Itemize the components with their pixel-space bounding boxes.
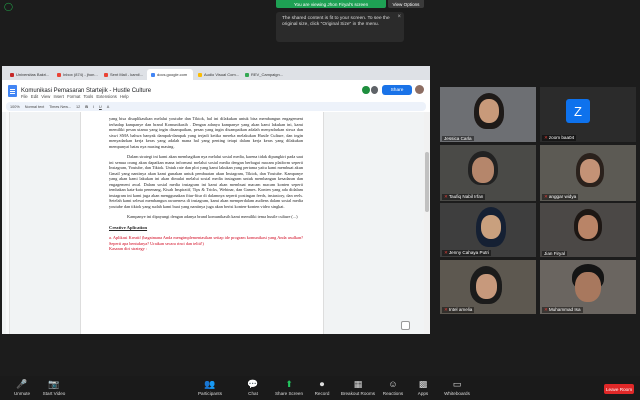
participant-name: Jessica Carla [442, 136, 474, 141]
participant-tile[interactable]: ✕Jenny Cahaya Putri [440, 203, 536, 257]
document-canvas[interactable]: yang bisa disaplikasikan melalui youtube… [2, 112, 430, 334]
whiteboards-button[interactable]: ▭ Whiteboards [435, 379, 479, 396]
close-icon[interactable]: × [397, 14, 401, 20]
view-options-button[interactable]: View Options [388, 0, 424, 8]
participants-icon: 👥 [204, 379, 216, 389]
participants-button[interactable]: 👥 Participants [188, 379, 232, 396]
browser-tab[interactable]: Universitas Bakri... [6, 69, 52, 80]
docs-favicon-icon [151, 72, 155, 77]
docs-header: Komunikasi Pemasaran Startejik - Hustle … [2, 80, 430, 102]
zoom-select[interactable]: 100% [10, 105, 20, 109]
share-banner: You are viewing Jhon Firyal's screen [276, 0, 386, 8]
share-button[interactable]: Share [382, 85, 412, 95]
participant-name: ✕Jenny Cahaya Putri [442, 250, 491, 256]
shared-screen: Universitas Bakri... Inbox (874) - jhon.… [2, 66, 430, 334]
meet-icon[interactable] [362, 86, 370, 94]
browser-tab-active[interactable]: docs.google.com [147, 69, 193, 80]
mic-muted-icon: ✕ [544, 194, 548, 199]
explore-icon[interactable] [401, 321, 410, 330]
mic-muted-icon: ✕ [444, 194, 448, 199]
participant-name: ✕Taufiq Nabil Irfan [442, 194, 486, 200]
text-color-button[interactable]: A [107, 105, 110, 109]
mic-muted-icon: ✕ [544, 135, 548, 140]
scrollbar[interactable] [424, 112, 430, 334]
participant-name: ✕zoom baa04 [542, 135, 577, 141]
section-heading: Creative Aplication [109, 224, 148, 230]
video-off-icon: 📷 [48, 379, 60, 389]
doc-menu-bar[interactable]: File Edit View Insert Format Tools Exten… [21, 94, 129, 99]
question-text: a. Aplikasi Kreatif (bagaimana Anda meng… [109, 235, 303, 246]
mic-muted-icon: ✕ [444, 250, 448, 255]
start-video-button[interactable]: 📷 Start Video [32, 379, 76, 396]
participant-name: ✕Muhammad Isa [542, 307, 583, 313]
participant-name: ✕anggar widya [542, 194, 579, 200]
meet-icons[interactable] [362, 86, 378, 94]
leave-room-button[interactable]: Leave Room [604, 384, 634, 394]
participant-tile[interactable]: Jessica Carla [440, 87, 536, 142]
paragraph: Kampanye ini dipayungi dengan adanya bra… [127, 214, 298, 219]
shield-icon[interactable]: ◯ [4, 3, 13, 11]
browser-tab-bar: Universitas Bakri... Inbox (874) - jhon.… [2, 66, 430, 80]
underline-button[interactable]: U [99, 105, 102, 109]
docs-logo-icon[interactable] [8, 85, 17, 97]
paragraph: yang bisa disaplikasikan melalui youtube… [109, 116, 303, 149]
whiteboard-icon: ▭ [452, 379, 462, 389]
question-text: Kasaran diri strategy : [109, 246, 148, 251]
participant-tile[interactable]: ✕anggar widya [540, 145, 636, 201]
bold-button[interactable]: B [85, 105, 88, 109]
zoom-toolbar: 🎤 Unmute 📷 Start Video 👥 Participants 💬 … [0, 376, 640, 400]
participant-tile[interactable]: ✕Intel amelia [440, 260, 536, 314]
participant-name: ✕Intel amelia [442, 307, 475, 313]
favicon-icon [10, 72, 14, 77]
docs-toolbar: 100% Normal text Times New... 12 B I U A [6, 102, 426, 111]
paragraph: Dalam strategi ini kami akan membagikan … [109, 154, 303, 209]
vertical-ruler [6, 112, 10, 334]
gmail-icon [57, 72, 61, 77]
style-select[interactable]: Normal text [25, 105, 44, 109]
mic-muted-icon: ✕ [444, 307, 448, 312]
notice-text: The shared content is fit to your screen… [282, 16, 390, 28]
avatar: Z [566, 99, 590, 123]
avatar[interactable] [415, 85, 424, 94]
browser-tab[interactable]: REV_Campaign... [241, 69, 287, 80]
document-page[interactable]: yang bisa disaplikasikan melalui youtube… [80, 112, 324, 334]
comment-icon[interactable] [370, 86, 378, 94]
browser-tab[interactable]: Sent Mail - kamil... [100, 69, 146, 80]
favicon-icon [198, 72, 202, 77]
participant-tile[interactable]: Z ✕zoom baa04 [540, 87, 636, 142]
gmail-icon [104, 72, 108, 77]
font-size-input[interactable]: 12 [76, 105, 80, 109]
browser-tab[interactable]: Inbox (874) - jhon... [53, 69, 99, 80]
italic-button[interactable]: I [93, 105, 94, 109]
participant-tile[interactable]: ✕Muhammad Isa [540, 260, 636, 314]
participant-tile[interactable]: ✕Taufiq Nabil Irfan [440, 145, 536, 201]
font-select[interactable]: Times New... [49, 105, 71, 109]
participant-name: Jian Firyal [542, 251, 567, 256]
browser-tab[interactable]: Audio Visual Com... [194, 69, 240, 80]
zoom-window: ◯ You are viewing Jhon Firyal's screen V… [0, 0, 640, 400]
fit-screen-notice: The shared content is fit to your screen… [276, 12, 404, 42]
participant-tile[interactable]: Jian Firyal [540, 203, 636, 257]
favicon-icon [245, 72, 249, 77]
mic-muted-icon: ✕ [544, 307, 548, 312]
